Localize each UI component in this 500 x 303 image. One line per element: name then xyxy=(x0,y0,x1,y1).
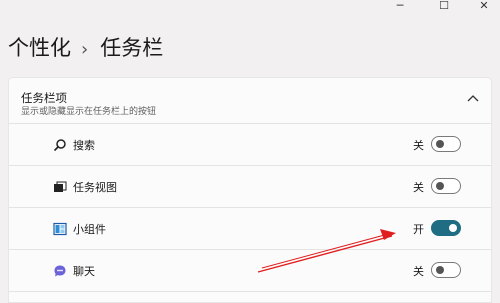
chat-toggle[interactable] xyxy=(431,262,461,278)
maximize-button[interactable]: ☐ xyxy=(424,0,464,14)
taskbar-item-search: 搜索 关 xyxy=(9,124,491,166)
toggle-knob xyxy=(436,140,444,148)
toggle-state-text: 关 xyxy=(413,139,424,152)
taskbar-item-task-view: 任务视图 关 xyxy=(9,166,491,208)
toggle-state-text: 开 xyxy=(413,223,424,236)
item-label: 任务视图 xyxy=(73,181,117,194)
section-subtitle: 显示或隐藏显示在任务栏上的按钮 xyxy=(21,107,157,117)
widgets-icon xyxy=(53,222,67,236)
taskbar-items-card: 任务栏项 显示或隐藏显示在任务栏上的按钮 搜索 关 任务视图 关 小组件 开 聊… xyxy=(8,77,492,303)
search-icon xyxy=(53,139,66,152)
page-title: 任务栏 xyxy=(100,36,164,60)
item-label: 聊天 xyxy=(73,265,95,278)
item-label: 小组件 xyxy=(73,223,106,236)
minimize-button[interactable]: ─ xyxy=(380,0,420,14)
taskbar-item-widgets: 小组件 开 xyxy=(9,208,491,250)
taskbar-item-chat: 聊天 关 xyxy=(9,250,491,292)
chevron-up-icon[interactable] xyxy=(467,94,479,104)
widgets-toggle[interactable] xyxy=(431,220,461,236)
toggle-knob xyxy=(449,224,457,232)
chat-icon xyxy=(54,265,66,277)
close-button[interactable]: ✕ xyxy=(464,0,500,14)
breadcrumb-separator: › xyxy=(81,39,89,60)
toggle-state-text: 关 xyxy=(413,181,424,194)
taskbar-items-header[interactable]: 任务栏项 显示或隐藏显示在任务栏上的按钮 xyxy=(9,78,491,124)
toggle-knob xyxy=(436,266,444,274)
title-bar: ─ ☐ ✕ xyxy=(340,0,500,14)
task-view-icon xyxy=(54,181,67,192)
toggle-state-text: 关 xyxy=(413,265,424,278)
breadcrumb-parent[interactable]: 个性化 xyxy=(8,36,71,60)
breadcrumb: 个性化 › 任务栏 xyxy=(8,34,163,64)
item-label: 搜索 xyxy=(73,139,95,152)
search-toggle[interactable] xyxy=(431,136,461,152)
toggle-knob xyxy=(436,182,444,190)
task-view-toggle[interactable] xyxy=(431,178,461,194)
